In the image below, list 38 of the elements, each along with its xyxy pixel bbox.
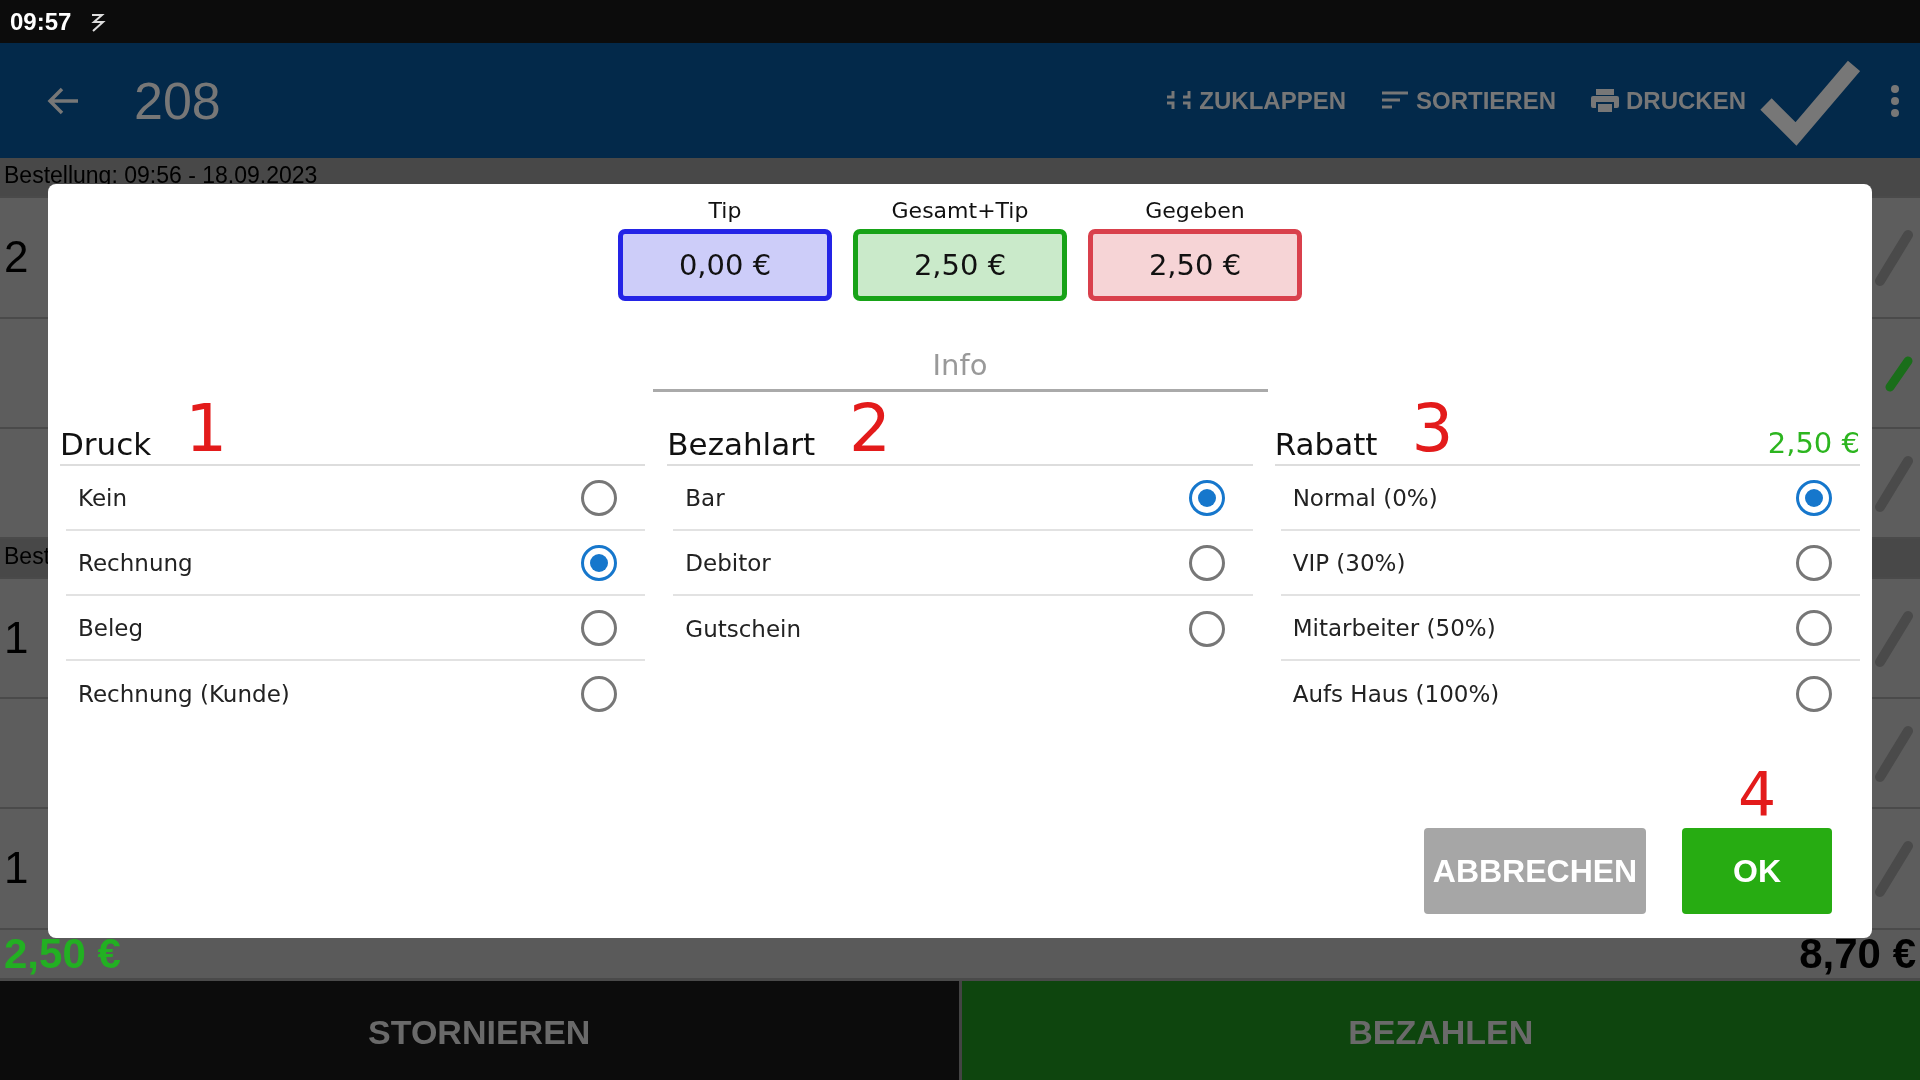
order-section-header: Best: [4, 542, 51, 570]
radio-option[interactable]: Bar: [673, 466, 1253, 531]
order-item-name: 2: [4, 232, 29, 283]
annotation-number: 1: [185, 394, 228, 464]
radio-option[interactable]: VIP (30%): [1280, 531, 1860, 596]
radio-option[interactable]: Rechnung (Kunde): [66, 661, 646, 726]
radio-option[interactable]: Rechnung: [66, 531, 646, 596]
amount-field[interactable]: 0,00 €: [618, 229, 832, 301]
back-arrow-icon[interactable]: [46, 85, 80, 116]
printer-icon: [1590, 86, 1620, 115]
section-heading: Bezahlart: [667, 426, 816, 464]
radio-option[interactable]: Kein: [66, 466, 646, 531]
cancel-order-button[interactable]: STORNIEREN: [0, 981, 962, 1080]
order-item-name: 1: [4, 612, 29, 663]
discount-total: 2,50 €: [1767, 426, 1860, 462]
section-heading: Rabatt: [1274, 426, 1378, 464]
radio-option[interactable]: Normal (0%): [1280, 466, 1860, 531]
radio-option[interactable]: Mitarbeiter (50%): [1280, 596, 1860, 661]
order-section-header: Bestellung: 09:56 - 18.09.2023: [4, 162, 318, 189]
radio-option[interactable]: Debitor: [673, 531, 1253, 596]
annotation-number: 3: [1411, 394, 1454, 464]
order-item-name: 1: [4, 843, 29, 894]
clock-time: 09:57: [10, 7, 72, 36]
annotation-number: 4: [1737, 762, 1777, 826]
amount-label: Gesamt+Tip: [891, 198, 1029, 223]
amount-label: Gegeben: [1145, 198, 1245, 223]
amount-label: Tip: [708, 198, 742, 223]
order-number-title: 208: [134, 70, 222, 131]
radio-option[interactable]: Gutschein: [673, 596, 1253, 661]
more-menu-icon[interactable]: [1890, 83, 1900, 118]
paid-total: 2,50 €: [4, 929, 121, 978]
section-heading: Druck: [60, 426, 152, 464]
amount-field[interactable]: 2,50 €: [853, 229, 1067, 301]
annotation-number: 2: [849, 394, 892, 464]
order-total: 8,70 €: [1799, 929, 1916, 978]
amount-field[interactable]: 2,50 €: [1088, 229, 1302, 301]
radio-option[interactable]: Beleg: [66, 596, 646, 661]
radio-option[interactable]: Aufs Haus (100%): [1280, 661, 1860, 726]
